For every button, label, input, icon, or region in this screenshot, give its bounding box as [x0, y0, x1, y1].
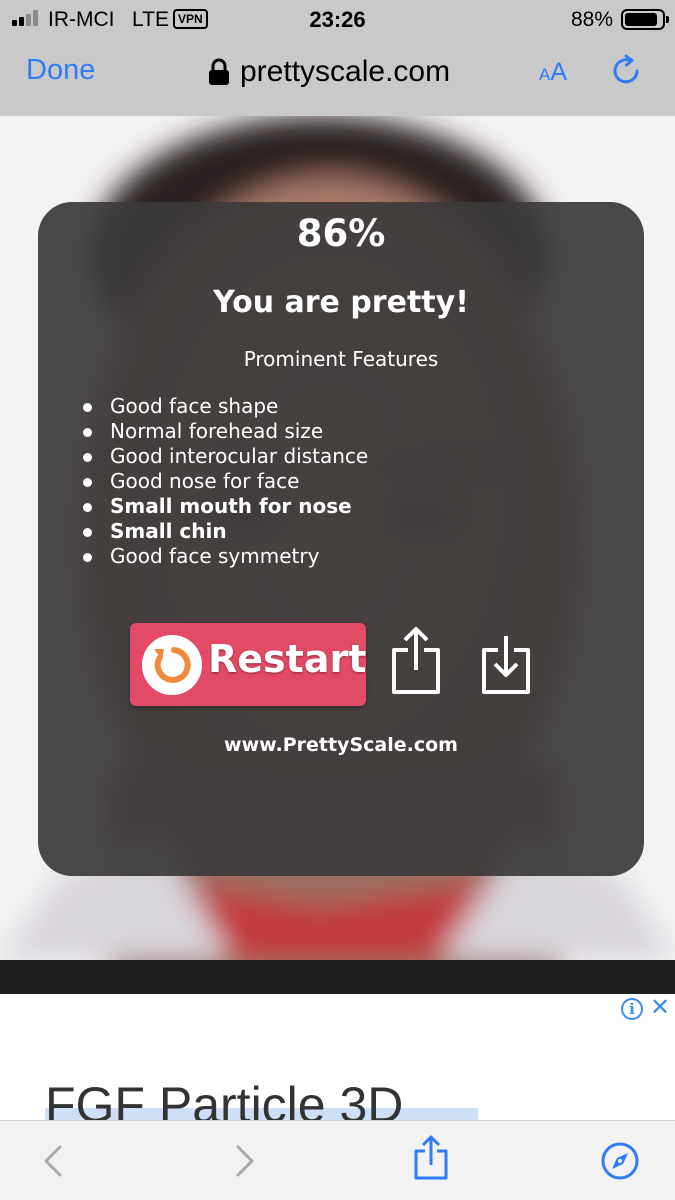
- share-icon[interactable]: [388, 624, 444, 696]
- browser-nav-bar: Done prettyscale.com AA: [0, 40, 675, 116]
- site-link[interactable]: www.PrettyScale.com: [38, 734, 644, 756]
- restart-button[interactable]: Restart: [130, 623, 366, 706]
- close-icon[interactable]: ✕: [649, 996, 671, 1020]
- features-title: Prominent Features: [243, 347, 439, 371]
- restart-icon: [142, 635, 202, 695]
- feature-item: Good interocular distance: [82, 444, 369, 468]
- feature-item: Good face symmetry: [82, 544, 368, 569]
- share-icon[interactable]: [412, 1135, 450, 1181]
- forward-arrow-icon[interactable]: [224, 1141, 264, 1181]
- ad-info-icon[interactable]: i: [621, 998, 643, 1020]
- battery-level-fill: [625, 13, 657, 26]
- score-value: 86%: [296, 212, 386, 255]
- lock-icon: [209, 58, 229, 85]
- feature-item: Normal forehead size: [82, 419, 368, 444]
- download-icon[interactable]: [478, 634, 534, 696]
- features-list: Good face shape Normal forehead size Goo…: [82, 394, 369, 569]
- url-text: prettyscale.com: [240, 55, 451, 88]
- status-bar: IR-MCI LTE VPN 23:26 88%: [0, 0, 675, 40]
- back-arrow-icon[interactable]: [34, 1141, 74, 1181]
- feature-item: Small chin: [82, 519, 368, 544]
- compass-icon[interactable]: [600, 1141, 640, 1181]
- address-bar[interactable]: prettyscale.com: [208, 54, 450, 90]
- text-size-big-letter: A: [550, 58, 568, 86]
- advertisement[interactable]: i ✕ FGF Particle 3D: [0, 994, 675, 1120]
- result-card: 86% You are pretty! Prominent Features G…: [38, 202, 644, 876]
- battery-icon: [621, 9, 669, 30]
- web-page-content: 86% You are pretty! Prominent Features G…: [0, 116, 675, 960]
- restart-label: Restart: [208, 637, 367, 681]
- done-button[interactable]: Done: [26, 54, 95, 87]
- battery-percent: 88%: [571, 8, 614, 31]
- verdict-heading: You are pretty!: [213, 285, 469, 320]
- browser-toolbar: [0, 1120, 675, 1200]
- text-size-small-letter: A: [539, 65, 551, 84]
- feature-item: Good face shape: [82, 394, 368, 419]
- page-divider-band: [0, 960, 675, 994]
- reload-icon[interactable]: [610, 54, 644, 88]
- feature-item: Good nose for face: [82, 469, 368, 494]
- text-size-button[interactable]: AA: [539, 58, 567, 87]
- feature-item: Small mouth for nose: [82, 494, 368, 519]
- ad-title[interactable]: FGF Particle 3D: [45, 1076, 403, 1120]
